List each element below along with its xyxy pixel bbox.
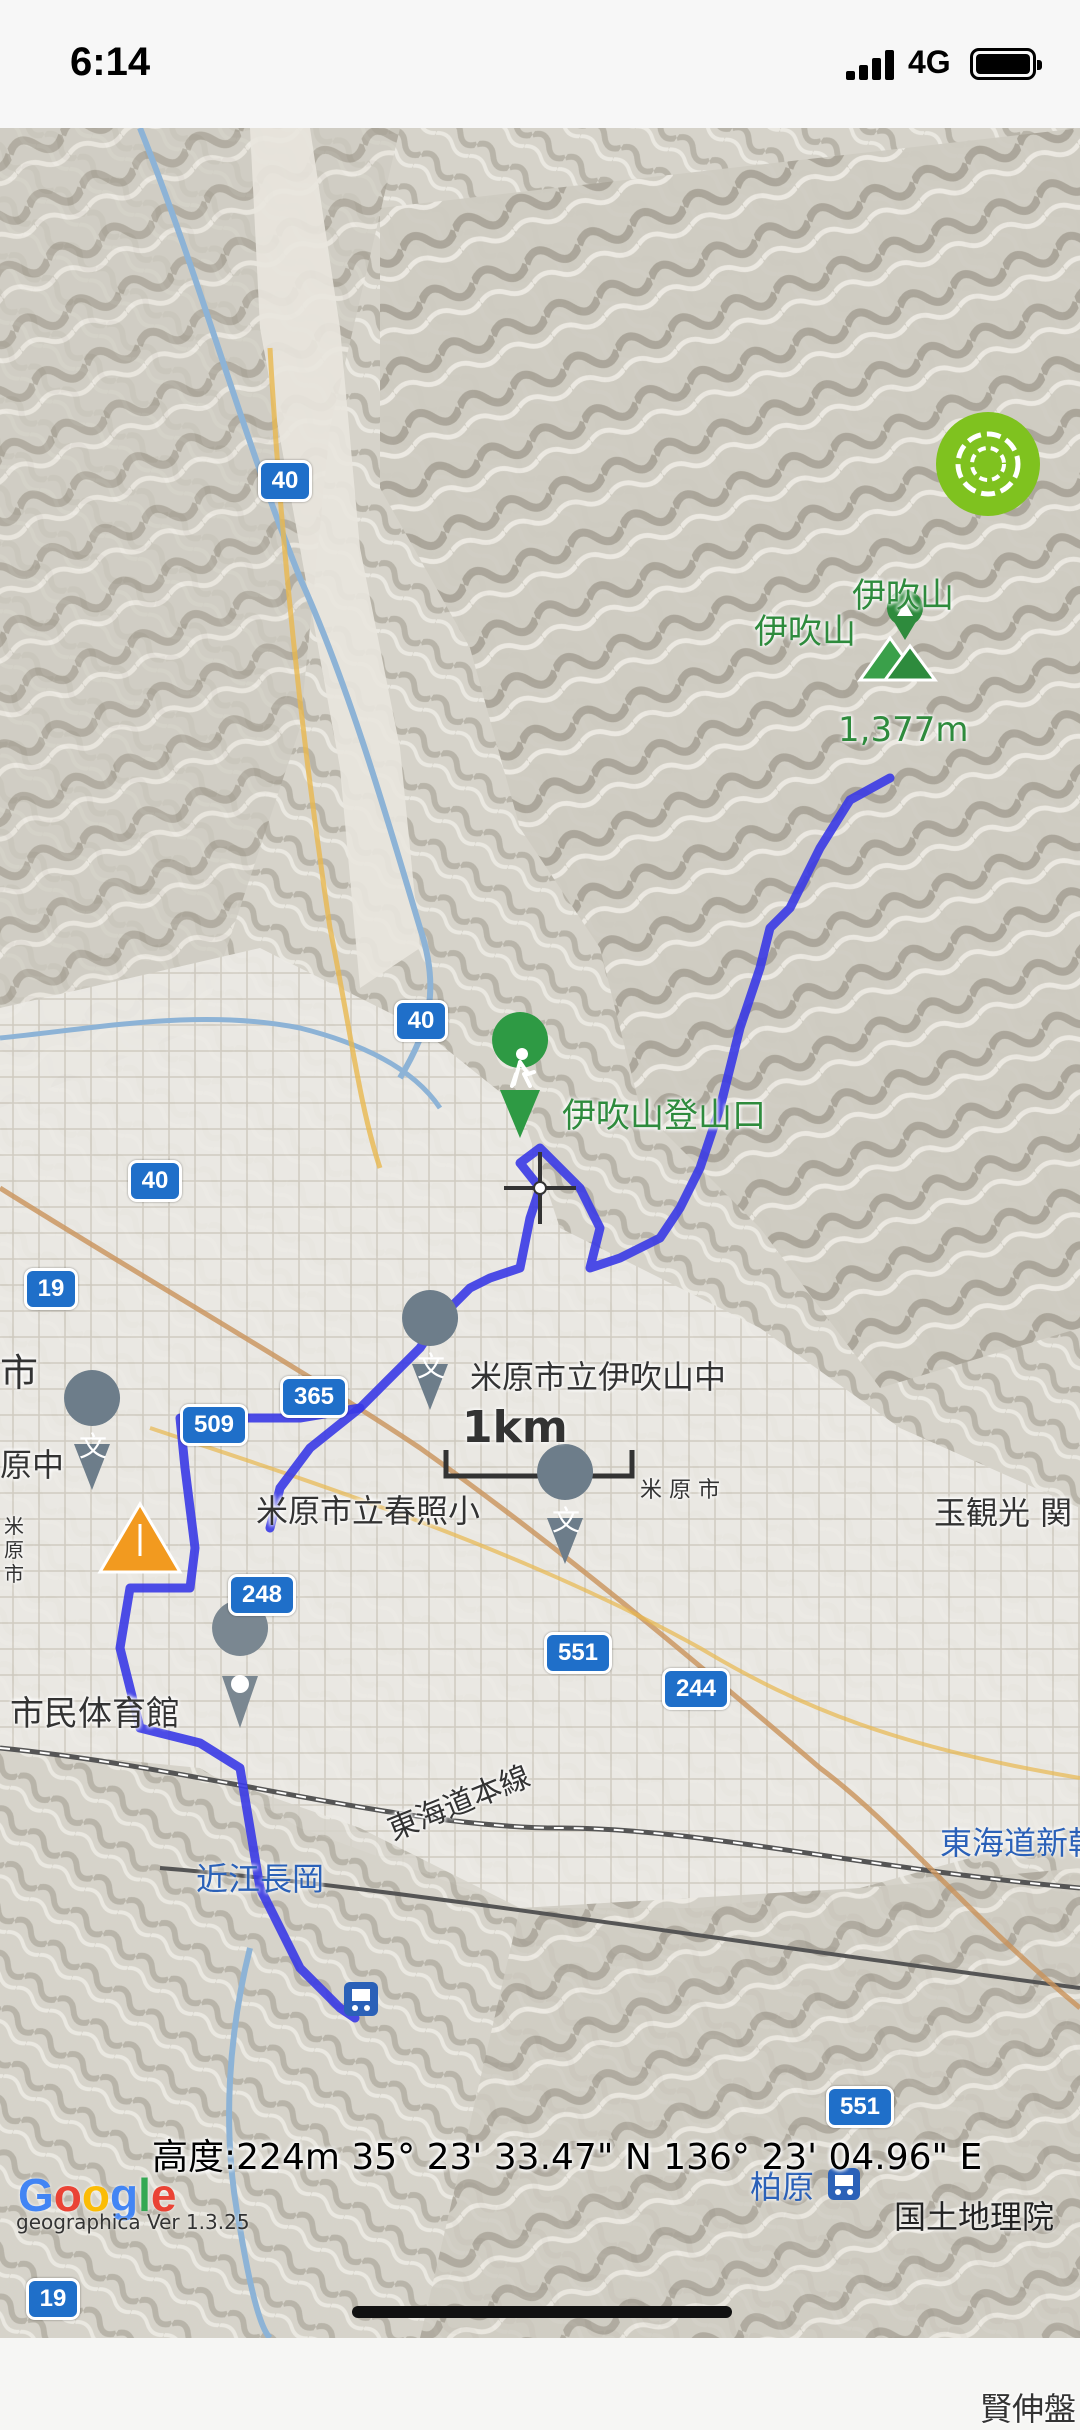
road-shield: 40 — [128, 1160, 182, 1202]
place-label: 原中 — [0, 1446, 65, 1484]
trailhead-label: 伊吹山登山口 — [562, 1096, 766, 1136]
app-version: geographica Ver 1.3.25 — [16, 2210, 250, 2234]
home-indicator[interactable] — [352, 2306, 732, 2318]
school-label: 米原市立春照小 — [256, 1492, 481, 1530]
svg-text:文: 文 — [79, 1430, 107, 1463]
road-shield: 248 — [228, 1574, 296, 1616]
place-label: 市民体育館 — [10, 1694, 180, 1734]
station-label: 近江長岡 — [196, 1860, 325, 1898]
map-terrain: 文 文 文 — [0, 128, 1080, 2338]
spiral-icon — [955, 431, 1021, 497]
place-label: 米原市 — [4, 1514, 24, 1586]
status-time: 6:14 — [70, 40, 151, 84]
signal-strength-icon — [846, 50, 898, 80]
school-label: 米原市立伊吹山中 — [470, 1358, 727, 1396]
road-shield: 551 — [544, 1632, 612, 1674]
coordinates-readout: 高度:224m 35° 23' 33.47" N 136° 23' 04.96"… — [152, 2137, 983, 2178]
place-label: 米 原 市 — [640, 1478, 720, 1503]
shinkansen-label: 東海道新幹 — [940, 1824, 1080, 1862]
road-shield: 19 — [26, 2278, 80, 2320]
peak-elevation: 1,377m — [838, 710, 969, 750]
place-label: 市 — [0, 1351, 39, 1395]
tracking-button[interactable] — [936, 412, 1040, 516]
road-shield: 40 — [258, 460, 312, 502]
road-shield: 19 — [24, 1268, 78, 1310]
map-view[interactable]: 文 文 文 伊吹山 伊吹山 1,377m 伊吹山登山口 米原市立伊吹山中 米原市… — [0, 128, 1080, 2428]
place-label: 玉観光 関 — [934, 1494, 1073, 1532]
network-type: 4G — [908, 44, 951, 80]
scale-label: 1km — [462, 1402, 568, 1453]
place-label: 賢伸盤 — [980, 2390, 1077, 2428]
battery-icon — [970, 48, 1042, 80]
road-shield: 509 — [180, 1404, 248, 1446]
road-shield: 40 — [394, 1000, 448, 1042]
peak-name-label: 伊吹山 — [852, 576, 954, 616]
status-bar: 6:14 4G — [0, 0, 1080, 128]
svg-text:文: 文 — [552, 1504, 580, 1537]
peak-name-label-2: 伊吹山 — [754, 612, 856, 652]
road-shield: 244 — [662, 1668, 730, 1710]
map-attribution: 国土地理院 — [894, 2198, 1055, 2236]
svg-text:文: 文 — [417, 1350, 445, 1383]
train-station-icon — [344, 1982, 378, 2016]
road-shield: 551 — [826, 2086, 894, 2128]
road-shield: 365 — [280, 1376, 348, 1418]
